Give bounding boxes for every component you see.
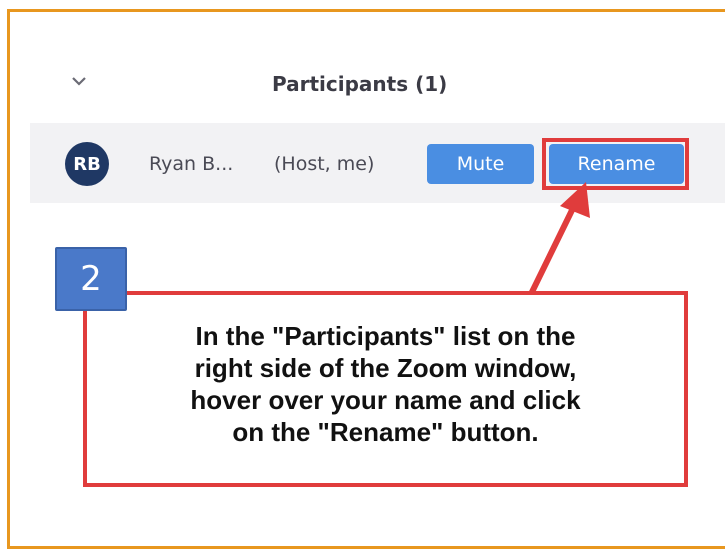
rename-button[interactable]: Rename: [549, 144, 684, 184]
instruction-line: right side of the Zoom window,: [194, 353, 577, 383]
instruction-line: In the "Participants" list on the: [195, 321, 576, 351]
participant-role: (Host, me): [274, 153, 375, 175]
panel-title: Participants (1): [272, 72, 448, 96]
mute-button[interactable]: Mute: [427, 144, 534, 184]
chevron-down-icon[interactable]: [68, 70, 90, 92]
instruction-text: In the "Participants" list on the right …: [106, 320, 666, 448]
pointer-arrow-icon: [529, 182, 590, 295]
instruction-callout: In the "Participants" list on the right …: [83, 291, 688, 487]
avatar: RB: [65, 142, 109, 186]
participant-name: Ryan B...: [149, 153, 234, 175]
step-number-badge: 2: [55, 247, 127, 311]
instruction-line: hover over your name and click: [190, 385, 581, 415]
instruction-line: on the "Rename" button.: [232, 417, 539, 447]
participants-header: Participants (1): [60, 62, 720, 106]
participant-row[interactable]: RB Ryan B... (Host, me) Mute Rename: [30, 123, 725, 203]
